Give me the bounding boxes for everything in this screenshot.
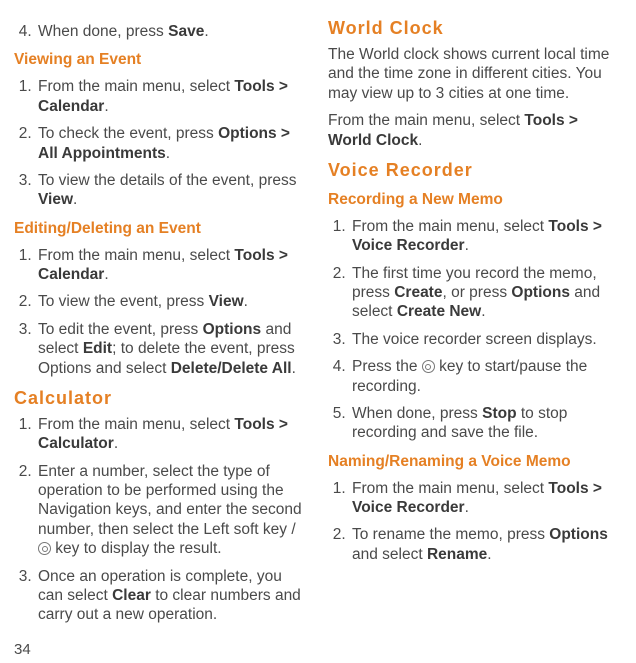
sub-heading-naming: Naming/Renaming a Voice Memo — [328, 453, 622, 471]
bold-text: Options — [511, 284, 570, 301]
text: Press the — [352, 358, 422, 375]
section-voice-recorder: Voice Recorder — [328, 160, 622, 181]
sub-heading-viewing: Viewing an Event — [14, 51, 308, 69]
text: When done, press — [352, 405, 482, 422]
section-calculator: Calculator — [14, 388, 308, 409]
bold-text: Stop — [482, 405, 516, 422]
bold-text: Rename — [427, 546, 487, 563]
text: To check the event, press — [38, 125, 218, 142]
list-item: To view the details of the event, press … — [36, 171, 308, 210]
list-item: When done, press Save. — [36, 22, 308, 41]
text: From the main menu, select — [38, 78, 234, 95]
text: From the main menu, select — [328, 112, 524, 129]
bold-text: Options — [549, 526, 608, 543]
ok-key-icon — [38, 542, 51, 555]
bold-text: Clear — [112, 587, 151, 604]
text: From the main menu, select — [352, 480, 548, 497]
text: , or press — [442, 284, 511, 301]
bold-text: Delete/Delete All — [171, 360, 292, 377]
paragraph: From the main menu, select Tools > World… — [328, 111, 622, 150]
list-item: From the main menu, select Tools > Calen… — [36, 246, 308, 285]
bold-text: Edit — [83, 340, 112, 357]
text: To rename the memo, press — [352, 526, 549, 543]
bold-text: View — [209, 293, 244, 310]
text: To view the details of the event, press — [38, 172, 296, 189]
list-item: When done, press Stop to stop recording … — [350, 404, 622, 443]
list-item: To edit the event, press Options and sel… — [36, 320, 308, 378]
list-item: To rename the memo, press Options and se… — [350, 525, 622, 564]
text: The voice recorder screen displays. — [352, 331, 597, 348]
text: To edit the event, press — [38, 321, 203, 338]
bold-text: Create — [394, 284, 442, 301]
list-item: From the main menu, select Tools > Voice… — [350, 479, 622, 518]
list-item: Press the key to start/pause the recordi… — [350, 357, 622, 396]
page-columns: When done, press Save. Viewing an Event … — [14, 18, 622, 633]
list-item: To view the event, press View. — [36, 292, 308, 311]
list-item: Enter a number, select the type of opera… — [36, 462, 308, 559]
text: From the main menu, select — [352, 218, 548, 235]
text: From the main menu, select — [38, 247, 234, 264]
bold-text: Create New — [397, 303, 481, 320]
sub-heading-editing: Editing/Deleting an Event — [14, 220, 308, 238]
text: key to display the result. — [51, 540, 222, 557]
list-item: To check the event, press Options > All … — [36, 124, 308, 163]
right-column: World Clock The World clock shows curren… — [328, 18, 622, 633]
list-item: From the main menu, select Tools > Calen… — [36, 77, 308, 116]
bold-text: Options — [203, 321, 262, 338]
ok-key-icon — [422, 360, 435, 373]
sub-heading-recording: Recording a New Memo — [328, 191, 622, 209]
text: Enter a number, select the type of opera… — [38, 463, 302, 538]
text: To view the event, press — [38, 293, 209, 310]
list-item: Once an operation is complete, you can s… — [36, 567, 308, 625]
bold-text: View — [38, 191, 73, 208]
page-number: 34 — [14, 641, 622, 658]
list-item: From the main menu, select Tools > Calcu… — [36, 415, 308, 454]
left-column: When done, press Save. Viewing an Event … — [14, 18, 308, 633]
list-item: The voice recorder screen displays. — [350, 330, 622, 349]
section-world-clock: World Clock — [328, 18, 622, 39]
list-item: The first time you record the memo, pres… — [350, 264, 622, 322]
text: and select — [352, 546, 427, 563]
text: When done, press — [38, 23, 168, 40]
list-item: From the main menu, select Tools > Voice… — [350, 217, 622, 256]
text: From the main menu, select — [38, 416, 234, 433]
paragraph: The World clock shows current local time… — [328, 45, 622, 103]
bold-text: Save — [168, 23, 204, 40]
